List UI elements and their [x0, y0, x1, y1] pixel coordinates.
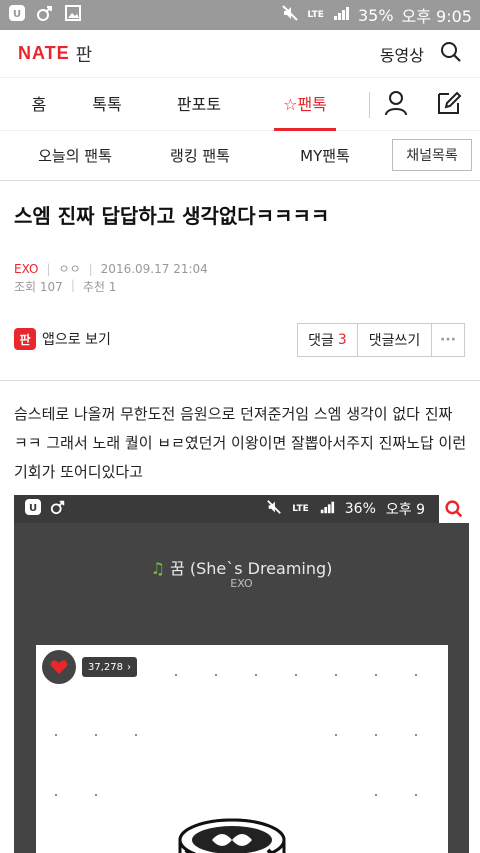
- comments-label: 댓글: [308, 333, 334, 349]
- tab-toktok[interactable]: 톡톡: [78, 79, 136, 131]
- embedded-battery: 36%: [344, 501, 376, 517]
- app-notification-icon: U: [8, 4, 26, 26]
- song-title-row: ♫ 꿈 (She`s Dreaming): [14, 555, 469, 579]
- embedded-search-icon: [439, 495, 469, 523]
- mute-icon: [281, 4, 299, 26]
- site-header: NATE 판 동영상: [0, 30, 480, 78]
- recommend-count: 추천 1: [82, 280, 117, 294]
- post-category[interactable]: EXO: [14, 262, 38, 276]
- comments-button[interactable]: 댓글 3: [298, 324, 358, 356]
- like-count: 37,278: [88, 661, 123, 673]
- user-icon[interactable]: [384, 90, 408, 120]
- subtab-my[interactable]: MY팬톡: [250, 145, 400, 166]
- network-type: LTE: [307, 9, 324, 20]
- view-count: 조회 107: [14, 280, 63, 294]
- comment-actions: 댓글 3 댓글쓰기 ···: [297, 323, 465, 357]
- tab-divider: [369, 91, 370, 118]
- embedded-status-bar: U LTE 36% 오후 9: [14, 495, 469, 523]
- svg-text:U: U: [29, 503, 37, 514]
- open-in-app-button[interactable]: 판 앱으로 보기: [14, 328, 111, 350]
- clock: 오후 9:05: [401, 7, 472, 26]
- write-icon[interactable]: [436, 90, 462, 120]
- post-body: 슴스테로 나올꺼 무한도전 음원으로 던져준거임 스엠 생각이 없다 진짜 ㅋㅋ…: [14, 405, 467, 481]
- embedded-mute-icon: [266, 499, 282, 519]
- tab-home[interactable]: 홈: [0, 79, 78, 131]
- embedded-network-type: LTE: [292, 503, 309, 514]
- meta-separator: |: [70, 278, 75, 292]
- channel-list-button[interactable]: 채널목록: [392, 139, 472, 171]
- post-meta: EXO | ㅇㅇ | 2016.09.17 21:04: [14, 260, 208, 277]
- subtab-ranking[interactable]: 랭킹 팬톡: [150, 145, 250, 166]
- music-note-icon: ♫: [150, 559, 165, 578]
- status-bar: U LTE 35% 오후 9:05: [0, 0, 480, 30]
- divider: [0, 380, 480, 381]
- chevron-right-icon: ›: [127, 661, 131, 673]
- search-icon[interactable]: [440, 41, 462, 67]
- post-title: 스엠 진짜 답답하고 생각없다ㅋㅋㅋㅋ: [14, 204, 330, 228]
- song-artist: EXO: [230, 577, 253, 590]
- battery-level: 35%: [357, 5, 394, 25]
- subtab-today[interactable]: 오늘의 팬톡: [0, 145, 150, 166]
- tab-fantok[interactable]: ☆팬톡: [274, 79, 336, 131]
- fantok-subtabs: 오늘의 팬톡 랭킹 팬톡 MY팬톡 채널목록: [0, 131, 480, 181]
- like-count-badge: 37,278 ›: [82, 657, 137, 677]
- embedded-clock: 오후 9: [385, 502, 425, 518]
- embedded-app-icon: U: [24, 498, 42, 520]
- post-stats: 조회 107 | 추천 1: [14, 278, 116, 295]
- signal-icon: [332, 4, 350, 26]
- heart-icon: [42, 650, 76, 684]
- embedded-signal-icon: [319, 499, 335, 519]
- pann-app-icon: 판: [14, 328, 36, 350]
- post-date: 2016.09.17 21:04: [100, 261, 208, 276]
- write-comment-button[interactable]: 댓글쓰기: [358, 324, 432, 356]
- gallery-icon: [64, 4, 82, 26]
- meta-separator: |: [46, 261, 51, 276]
- main-tabs: 홈 톡톡 판포토 ☆팬톡: [0, 79, 480, 131]
- song-title: 꿈 (She`s Dreaming): [170, 559, 333, 578]
- nate-logo[interactable]: NATE: [18, 43, 70, 64]
- video-link[interactable]: 동영상: [380, 42, 424, 66]
- pann-label[interactable]: 판: [76, 41, 93, 67]
- embedded-gender-icon: [50, 499, 66, 519]
- more-button[interactable]: ···: [432, 324, 464, 356]
- svg-text:U: U: [13, 9, 21, 20]
- tab-pannphoto[interactable]: 판포토: [160, 79, 238, 131]
- comments-count: 3: [337, 332, 347, 348]
- gender-icon: [36, 4, 54, 26]
- attached-image[interactable]: U LTE 36% 오후 9 ♫ 꿈 (She`s Dreaming) EXO: [14, 495, 469, 853]
- meta-separator: |: [88, 261, 93, 276]
- post-author: ㅇㅇ: [58, 262, 81, 276]
- open-in-app-label: 앱으로 보기: [42, 332, 111, 348]
